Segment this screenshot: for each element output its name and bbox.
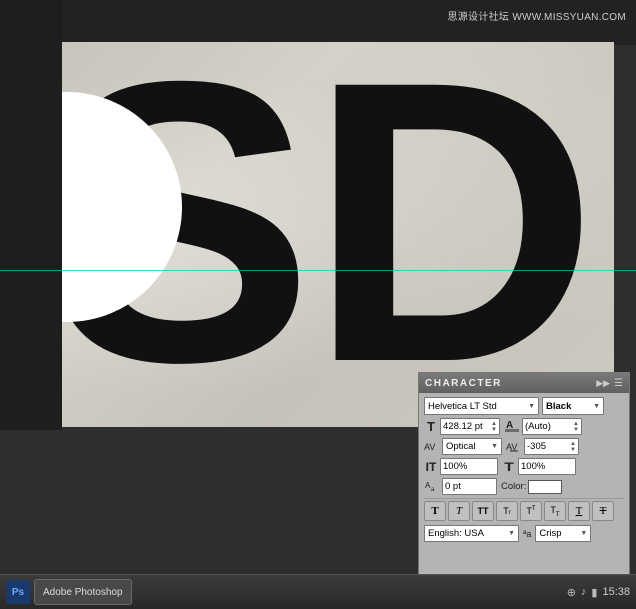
vscale-icon: IT: [424, 460, 438, 474]
panel-divider: [424, 498, 624, 499]
style-buttons-row: T T TT Tr TT TT T T: [424, 501, 624, 521]
color-label: Color:: [501, 481, 526, 492]
taskbar-right-icons: ⊕ ♪ ▮ 15:38: [567, 586, 630, 599]
hscale-value: 100%: [521, 461, 545, 472]
kerning-method-arrow: ▼: [491, 443, 498, 450]
svg-text:AV: AV: [424, 442, 435, 452]
style-btn-italic[interactable]: T: [448, 501, 470, 521]
kerning-method-dropdown[interactable]: Optical ▼: [442, 438, 502, 455]
hscale-group: T 100%: [502, 458, 576, 475]
tracking-value: -305: [527, 441, 546, 452]
sound-icon: ♪: [581, 586, 587, 598]
svg-text:a: a: [431, 487, 435, 493]
guide-line: [0, 270, 636, 271]
tracking-field[interactable]: -305 ▲ ▼: [524, 438, 579, 455]
color-group: Color:: [501, 480, 562, 494]
antialias-arrow: ▼: [580, 530, 587, 537]
app-taskbar-item[interactable]: Adobe Photoshop: [34, 579, 132, 605]
lang-aa-row: English: USA ▼ ªa Crisp ▼: [424, 525, 624, 542]
language-dropdown[interactable]: English: USA ▼: [424, 525, 519, 542]
canvas-area: SD: [62, 42, 614, 427]
kerning-method-value: Optical: [446, 441, 476, 452]
panel-header-controls: ▶▶ ☰: [596, 378, 623, 389]
battery-icon: ▮: [591, 586, 597, 599]
hscale-field[interactable]: 100%: [518, 458, 576, 475]
app-name-label: Adobe Photoshop: [43, 587, 123, 598]
style-btn-strikethrough[interactable]: T: [592, 501, 614, 521]
style-btn-underline[interactable]: T: [568, 501, 590, 521]
baseline-field[interactable]: 0 pt: [442, 478, 497, 495]
kern-label: AV: [424, 439, 440, 455]
kerning-row: AV Optical ▼ AV -305 ▲ ▼: [424, 438, 624, 455]
font-style-arrow: ▼: [593, 403, 600, 410]
baseline-color-row: Aa 0 pt Color:: [424, 478, 624, 495]
language-value: English: USA: [428, 528, 484, 539]
vscale-group: IT 100%: [424, 458, 498, 475]
style-btn-super[interactable]: TT: [520, 501, 542, 521]
kerning-method-group: AV Optical ▼: [424, 438, 502, 455]
baseline-icon: Aa: [424, 479, 440, 495]
scale-row: IT 100% T 100%: [424, 458, 624, 475]
antialias-value: Crisp: [539, 528, 561, 539]
tracking-label: AV: [506, 439, 522, 455]
ps-icon[interactable]: Ps: [6, 580, 30, 604]
tracking-group: AV -305 ▲ ▼: [506, 438, 579, 455]
taskbar: Ps Adobe Photoshop ⊕ ♪ ▮ 15:38: [0, 574, 636, 609]
panel-menu-icon[interactable]: ▶▶: [596, 378, 610, 389]
style-btn-allcaps[interactable]: TT: [472, 501, 494, 521]
left-strip: [0, 0, 62, 430]
vscale-field[interactable]: 100%: [440, 458, 498, 475]
style-btn-smallcaps[interactable]: Tr: [496, 501, 518, 521]
aa-icon: ªa: [523, 529, 531, 539]
style-btn-sub[interactable]: TT: [544, 501, 566, 521]
panel-close-icon[interactable]: ☰: [614, 378, 623, 389]
antialias-dropdown[interactable]: Crisp ▼: [535, 525, 591, 542]
network-icon: ⊕: [567, 586, 576, 599]
tracking-spinners[interactable]: ▲ ▼: [570, 441, 576, 453]
hscale-icon: T: [500, 460, 518, 474]
vscale-value: 100%: [443, 461, 467, 472]
baseline-value: 0 pt: [445, 481, 461, 492]
color-swatch[interactable]: [528, 480, 562, 494]
language-arrow: ▼: [508, 530, 515, 537]
time-display: 15:38: [602, 586, 630, 598]
style-btn-bold[interactable]: T: [424, 501, 446, 521]
watermark: 思源设计社坛 WWW.MISSYUAN.COM: [447, 8, 626, 23]
baseline-group: Aa 0 pt: [424, 478, 497, 495]
